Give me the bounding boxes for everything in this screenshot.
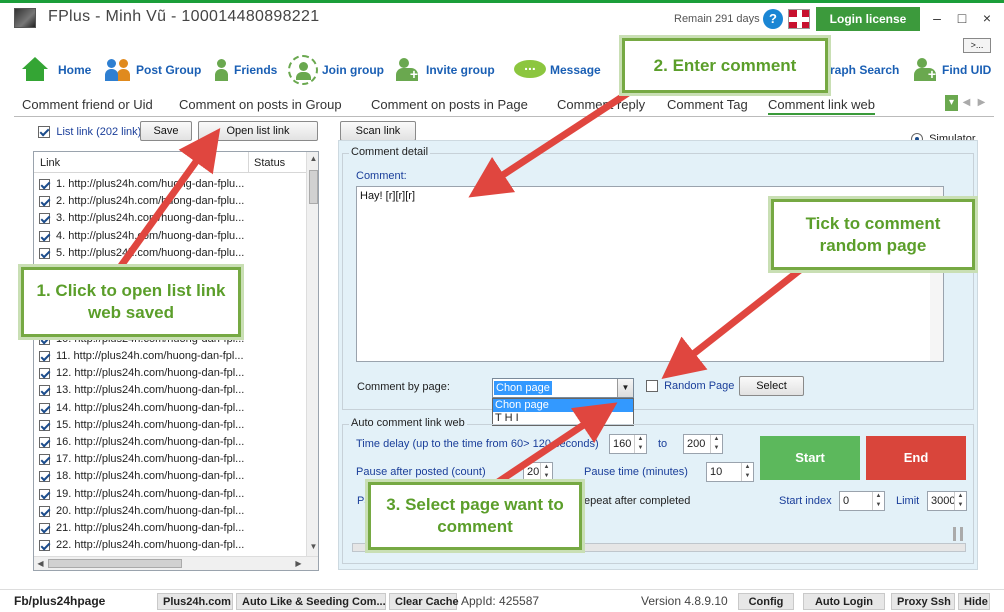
callout-open-list-link: 1. Click to open list link web saved: [21, 267, 241, 337]
status-bar: Fb/plus24hpage Plus24h.com Auto Like & S…: [0, 589, 1004, 612]
arrow-to-page-select: [490, 402, 618, 489]
plus24h-link-button[interactable]: Plus24h.com: [157, 593, 233, 610]
version: Version 4.8.9.10: [641, 594, 728, 608]
arrow-to-random-page: [661, 267, 803, 379]
callout-random-page: Tick to comment random page: [771, 199, 975, 270]
arrow-to-open-list-link: [115, 127, 221, 273]
auto-login-button[interactable]: Auto Login: [803, 593, 885, 610]
config-button[interactable]: Config: [738, 593, 794, 610]
hide-button[interactable]: Hide: [958, 593, 990, 610]
proxy-ssh-button[interactable]: Proxy Ssh: [891, 593, 955, 610]
callout-enter-comment: 2. Enter comment: [622, 38, 828, 93]
app-id: AppId: 425587: [461, 594, 540, 608]
auto-like-seeding-button[interactable]: Auto Like & Seeding Com...: [236, 593, 386, 610]
facebook-page-link[interactable]: Fb/plus24hpage: [14, 593, 105, 610]
clear-cache-button[interactable]: Clear Cache: [389, 593, 459, 610]
callout-select-page: 3. Select page want to comment: [368, 482, 582, 550]
arrow-to-comment-box: [468, 77, 650, 198]
